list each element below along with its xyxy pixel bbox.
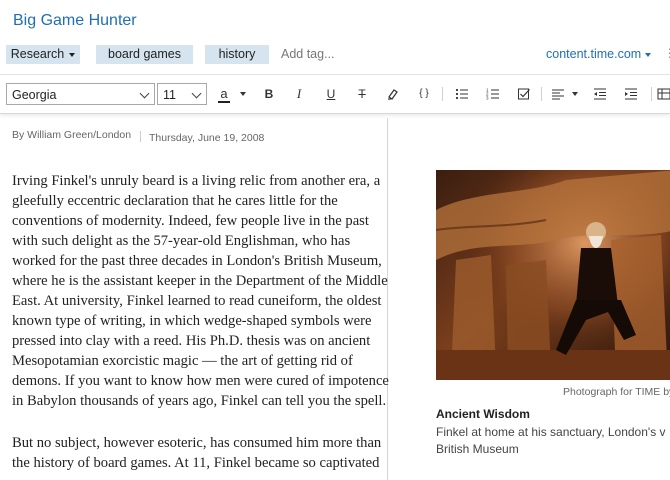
text-line: Irving Finkel's unruly beard is a living… <box>12 173 381 189</box>
code-block-button[interactable]: { } <box>413 83 435 105</box>
article-date: Thursday, June 19, 2008 <box>149 132 265 144</box>
chevron-down-icon <box>139 88 150 99</box>
table-button[interactable] <box>657 83 670 105</box>
text-line: demons. If you want to know how men were… <box>12 373 389 389</box>
align-button[interactable] <box>547 83 569 105</box>
chevron-down-icon[interactable] <box>572 92 578 96</box>
museum-photo-image <box>436 170 670 380</box>
text-line: where he is the assistant keeper in the … <box>12 273 388 289</box>
text-color-button[interactable]: a <box>213 83 235 105</box>
chevron-down-icon[interactable] <box>240 92 246 96</box>
caption-title: Ancient Wisdom <box>436 407 530 421</box>
font-size-select[interactable]: 11 <box>157 83 207 105</box>
add-tag-input[interactable]: Add tag... <box>281 47 335 61</box>
toolbar-divider <box>442 87 443 101</box>
byline-separator <box>140 131 141 142</box>
chevron-down-icon <box>191 88 202 99</box>
bold-button[interactable]: B <box>258 83 280 105</box>
bold-glyph: B <box>264 87 274 101</box>
font-family-select[interactable]: Georgia <box>6 83 155 105</box>
notebook-dropdown[interactable]: Research <box>6 45 80 64</box>
text-color-glyph: a <box>220 86 228 101</box>
text-line: Mesopotamian exorcistic magic — the art … <box>12 353 353 369</box>
code-glyph: { } <box>419 88 429 99</box>
caption-text: Finkel at home at his sanctuary, London'… <box>436 424 670 458</box>
text-line: But no subject, however esoteric, has co… <box>12 435 382 451</box>
numbered-list-icon: 123 <box>486 88 499 101</box>
text-line: known type of writing, in which wedge-sh… <box>12 313 372 329</box>
article-byline: By William Green/London <box>12 129 132 141</box>
more-icon[interactable]: ⋮ <box>664 46 670 60</box>
svg-text:3: 3 <box>486 96 489 101</box>
text-line: pressed into clay with a reed. His Ph.D.… <box>12 333 371 349</box>
note-title[interactable]: Big Game Hunter <box>13 12 137 30</box>
bulleted-list-button[interactable] <box>451 83 473 105</box>
table-icon <box>657 88 670 100</box>
formatting-toolbar: Georgia 11 a B I U T { } 123 <box>0 74 670 114</box>
text-line: the history of board games. At 11, Finke… <box>12 455 380 471</box>
article-photo[interactable] <box>436 170 670 380</box>
underline-button[interactable]: U <box>320 83 342 105</box>
tag-board-games[interactable]: board games <box>96 45 193 64</box>
numbered-list-button[interactable]: 123 <box>482 83 504 105</box>
align-left-icon <box>552 89 564 100</box>
strike-glyph: T <box>358 87 366 101</box>
bulleted-list-icon <box>455 88 468 100</box>
text-line: gleefully eccentric declaration that he … <box>12 193 338 209</box>
notebook-label: Research <box>10 47 65 61</box>
highlighter-icon <box>388 89 398 100</box>
highlighter-button[interactable] <box>382 83 404 105</box>
strikethrough-button[interactable]: T <box>351 83 373 105</box>
outdent-icon <box>594 88 606 100</box>
chevron-down-icon <box>69 52 76 57</box>
outdent-button[interactable] <box>589 83 611 105</box>
tag-history[interactable]: history <box>205 45 269 64</box>
article-paragraph-1[interactable]: Irving Finkel's unruly beard is a living… <box>12 171 412 411</box>
chevron-down-icon <box>645 52 652 57</box>
font-size-value: 11 <box>163 88 176 102</box>
underline-glyph: U <box>326 87 336 101</box>
text-line: in Babylon thousands of years ago, Finke… <box>12 393 387 409</box>
caption-line: Finkel at home at his sanctuary, London'… <box>436 425 666 439</box>
text-line: with such delight as the 57-year-old Eng… <box>12 233 351 249</box>
color-underline-bar <box>218 101 230 103</box>
font-family-value: Georgia <box>12 88 57 102</box>
caption-line: British Museum <box>436 442 519 456</box>
indent-button[interactable] <box>620 83 642 105</box>
text-line: conventions of modernity. Indeed, few pe… <box>12 213 369 229</box>
source-url-label: content.time.com <box>546 47 642 61</box>
italic-button[interactable]: I <box>288 83 310 105</box>
checkbox-button[interactable] <box>513 83 535 105</box>
text-line: East. At university, Finkel learned to r… <box>12 293 382 309</box>
toolbar-divider <box>541 87 542 101</box>
italic-glyph: I <box>296 86 302 101</box>
checkbox-icon <box>518 88 530 100</box>
article-paragraph-2[interactable]: But no subject, however esoteric, has co… <box>12 433 412 473</box>
toolbar-divider <box>651 87 652 101</box>
text-line: worked for the past three decades in Lon… <box>12 253 382 269</box>
photo-credit: Photograph for TIME by <box>563 386 670 398</box>
indent-icon <box>625 88 637 100</box>
source-url-link[interactable]: content.time.com <box>546 47 652 61</box>
